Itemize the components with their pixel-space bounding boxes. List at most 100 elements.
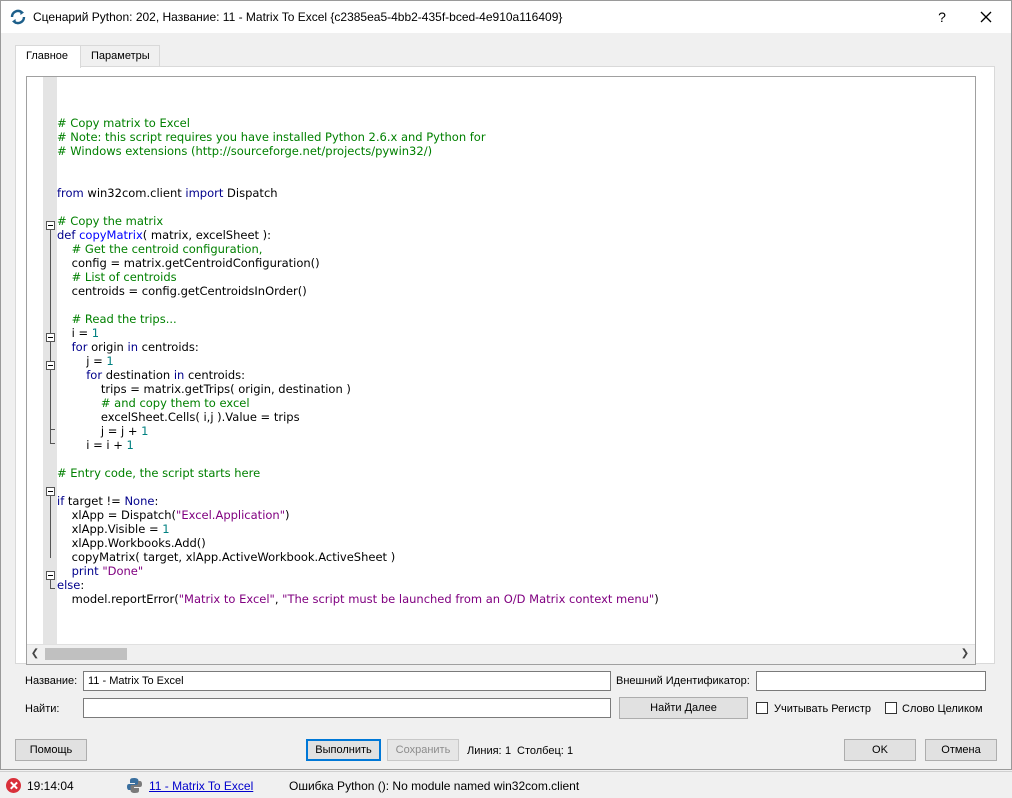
line-gutter [27,77,43,645]
code-line[interactable]: # Entry code, the script starts here [57,466,975,480]
code-line[interactable] [57,298,975,312]
cancel-button[interactable]: Отмена [925,739,997,761]
code-token: # Note: this script requires you have in… [57,130,486,144]
code-line[interactable]: # Get the centroid configuration, [57,242,975,256]
code-line[interactable]: excelSheet.Cells( i,j ).Value = trips [57,410,975,424]
code-token: print [71,564,99,578]
code-line[interactable] [57,102,975,116]
fold-line [50,580,51,588]
fold-end [50,429,55,430]
code-line[interactable]: j = j + 1 [57,424,975,438]
code-token: "The script must be launched from an O/D… [282,592,655,606]
code-line[interactable]: for destination in centroids: [57,368,975,382]
external-id-input[interactable] [756,671,986,691]
code-line[interactable]: else: [57,578,975,592]
code-token: from [57,186,84,200]
code-line[interactable] [57,480,975,494]
help-title-button[interactable]: ? [931,7,953,27]
script-link[interactable]: 11 - Matrix To Excel [149,779,253,793]
code-line[interactable]: i = i + 1 [57,438,975,452]
code-line[interactable]: # and copy them to excel [57,396,975,410]
code-token: 1 [126,438,134,452]
fold-def-icon[interactable] [46,221,55,230]
code-line[interactable]: copyMatrix( target, xlApp.ActiveWorkbook… [57,550,975,564]
scroll-right-icon[interactable]: ❯ [959,648,971,660]
tab-parameters[interactable]: Параметры [80,45,160,67]
code-line[interactable]: xlApp.Workbooks.Add() [57,536,975,550]
code-line[interactable]: config = matrix.getCentroidConfiguration… [57,256,975,270]
code-line[interactable]: # List of centroids [57,270,975,284]
code-token: in [127,340,138,354]
code-line[interactable]: # Note: this script requires you have in… [57,130,975,144]
code-line[interactable]: xlApp.Visible = 1 [57,522,975,536]
fold-end [50,588,55,589]
code-token: 1 [141,424,149,438]
code-line[interactable]: if target != None: [57,494,975,508]
code-line[interactable]: model.reportError("Matrix to Excel", "Th… [57,592,975,606]
code-token: destination [102,368,174,382]
code-text[interactable]: # Copy matrix to Excel # Note: this scrip… [57,102,975,606]
code-line[interactable]: i = 1 [57,326,975,340]
line-label: Линия: [467,745,502,757]
code-line[interactable]: centroids = config.getCentroidsInOrder() [57,284,975,298]
name-input[interactable]: 11 - Matrix To Excel [83,671,611,691]
code-token: xlApp.Workbooks.Add() [57,536,206,550]
code-line[interactable] [57,200,975,214]
scroll-thumb[interactable] [45,648,127,660]
code-token: target != [64,494,125,508]
code-token: # List of centroids [57,270,177,284]
app-logo-icon [10,9,26,25]
code-line[interactable]: print "Done" [57,564,975,578]
tab-main[interactable]: Главное [15,45,81,68]
fold-else-icon[interactable] [46,571,55,580]
code-line[interactable]: from win32com.client import Dispatch [57,186,975,200]
code-line[interactable]: j = 1 [57,354,975,368]
code-line[interactable]: trips = matrix.getTrips( origin, destina… [57,382,975,396]
code-token: for [86,368,103,382]
code-token: xlApp = Dispatch( [57,508,177,522]
help-button[interactable]: Помощь [15,739,87,761]
column-label: Столбец: [517,745,564,757]
code-line[interactable] [57,172,975,186]
fold-if-icon[interactable] [46,487,55,496]
code-token: centroids: [137,340,199,354]
fold-for-destination-icon[interactable] [46,361,55,370]
whole-word-checkbox[interactable] [885,702,897,714]
code-line[interactable]: xlApp = Dispatch("Excel.Application") [57,508,975,522]
code-token: # Read the trips... [57,312,177,326]
code-line[interactable]: # Read the trips... [57,312,975,326]
code-token: : [80,578,85,592]
code-token: in [173,368,185,382]
fold-for-origin-icon[interactable] [46,333,55,342]
code-line[interactable]: def copyMatrix( matrix, excelSheet ): [57,228,975,242]
close-icon[interactable] [975,6,997,28]
horizontal-scrollbar[interactable]: ❮ ❯ [27,644,975,664]
run-button[interactable]: Выполнить [306,739,381,761]
code-token: j = j + [57,424,142,438]
code-line[interactable]: # Copy the matrix [57,214,975,228]
find-input[interactable] [83,698,611,718]
code-token: xlApp.Visible = [57,522,163,536]
line-value: 1 [505,745,512,757]
column-value: 1 [567,745,574,757]
code-token: trips = matrix.getTrips( origin, destina… [57,382,351,396]
code-token: config = matrix.getCentroidConfiguration… [57,256,320,270]
save-button[interactable]: Сохранить [387,739,459,761]
match-case-label: Учитывать Регистр [774,703,872,715]
code-line[interactable]: # Windows extensions (http://sourceforge… [57,144,975,158]
code-editor[interactable]: # Copy matrix to Excel # Note: this scrip… [26,76,976,665]
code-token: i = [57,326,92,340]
code-token: excelSheet.Cells( i,j ).Value = trips [57,410,300,424]
code-line[interactable] [57,158,975,172]
match-case-checkbox[interactable] [756,702,768,714]
code-line[interactable] [57,452,975,466]
scroll-left-icon[interactable]: ❮ [29,648,41,660]
ok-button[interactable]: OK [844,739,916,761]
code-line[interactable]: # Copy matrix to Excel [57,116,975,130]
code-line[interactable]: for origin in centroids: [57,340,975,354]
find-next-button[interactable]: Найти Далее [619,697,748,719]
code-token: def [57,228,80,242]
